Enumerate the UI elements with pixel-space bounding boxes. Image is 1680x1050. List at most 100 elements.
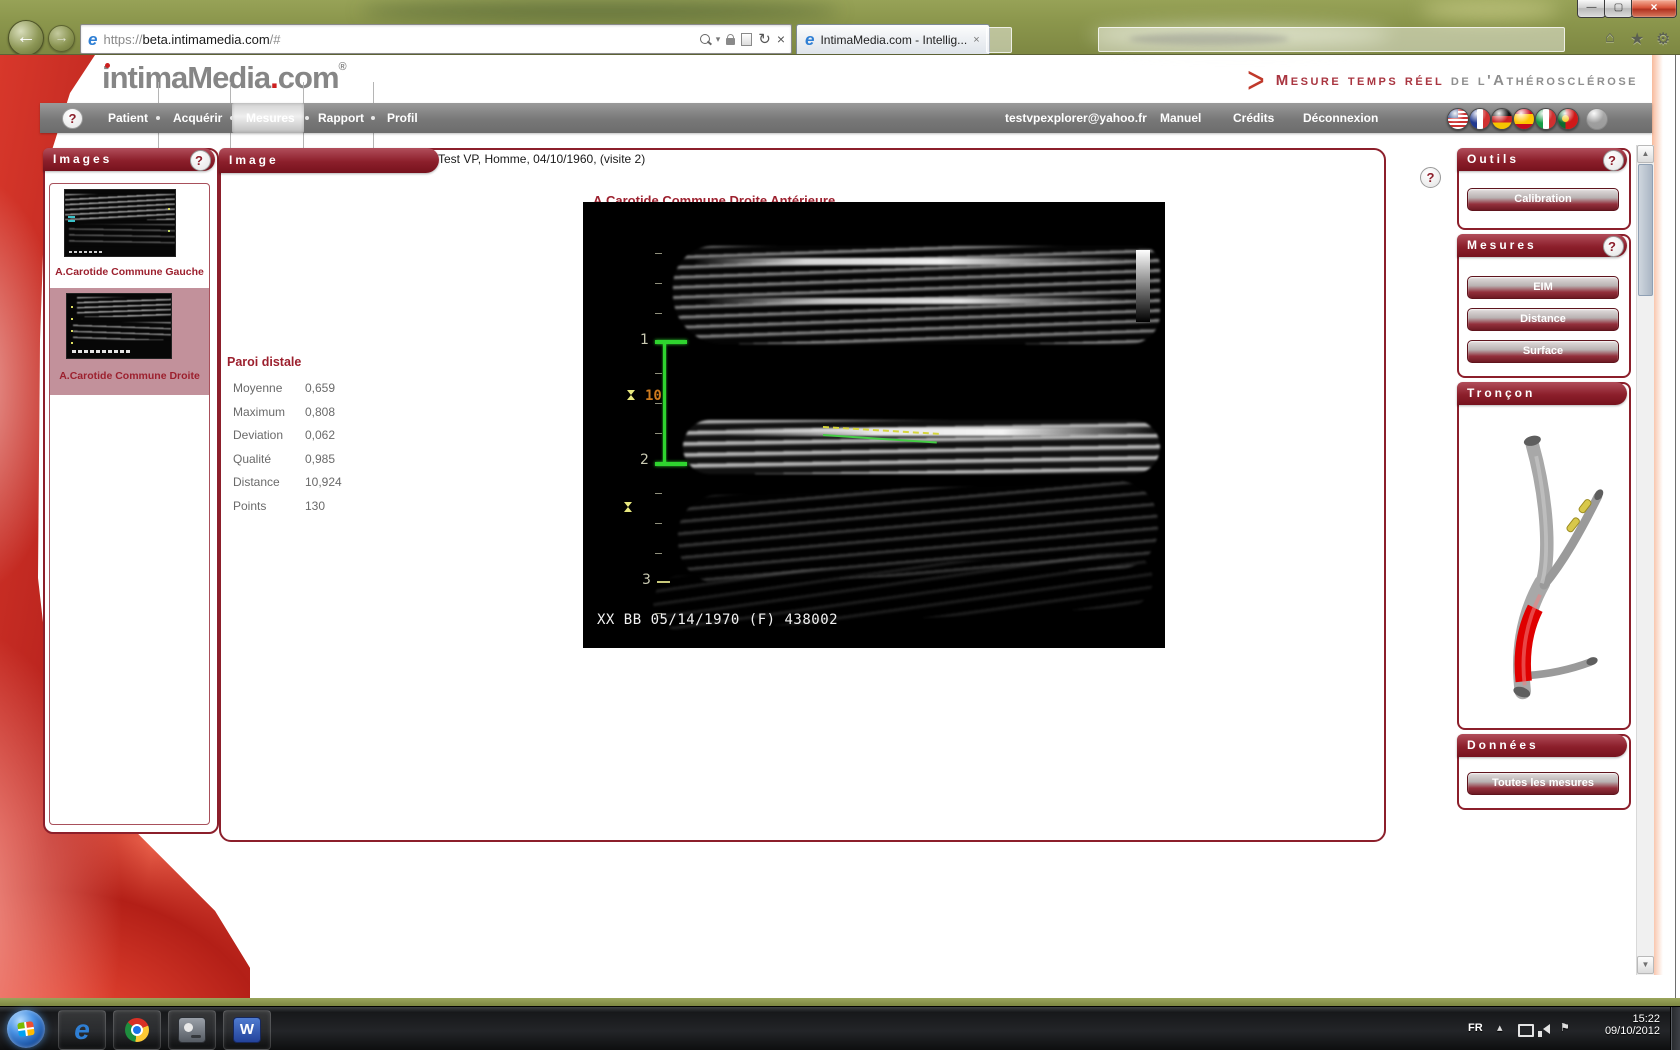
flag-pt-icon[interactable] [1557,108,1579,130]
surface-button[interactable]: Surface [1467,340,1619,363]
window-close-button[interactable]: × [1631,0,1677,18]
logo-part2: com [278,60,339,95]
site-logo[interactable]: intimaMedia.com® [102,60,347,96]
clock[interactable]: 15:22 09/10/2012 [1588,1013,1660,1037]
list-item-selected[interactable]: A.Carotide Commune Droite [50,288,209,395]
flag-es-icon[interactable] [1513,108,1535,130]
thumbnail-label[interactable]: A.Carotide Commune Gauche [50,266,209,278]
window-minimize-button[interactable]: — [1577,0,1606,18]
nav-link-credits[interactable]: Crédits [1233,103,1274,133]
ultrasound-thumbnail[interactable] [64,189,176,257]
nav-item-profil[interactable]: Profil [387,103,418,133]
stat-value: 130 [305,499,325,513]
nav-item-acquerir[interactable]: Acquérir [173,103,222,133]
thumbnail-marks [168,208,170,210]
scrollbar-thumb[interactable] [1638,164,1653,296]
refresh-icon[interactable]: ↻ [758,30,771,48]
address-bar[interactable]: e https://beta.intimamedia.com/# ▾ ↻ × [80,24,792,54]
window-restore-button[interactable]: ▢ [1604,0,1633,18]
browser-search-box[interactable] [1098,27,1565,52]
toutes-les-mesures-button[interactable]: Toutes les mesures [1467,772,1619,795]
flag-de-icon[interactable] [1491,108,1513,130]
stat-value: 10,924 [305,475,342,489]
image-panel-title: Image [229,153,279,167]
thumbnail-label[interactable]: A.Carotide Commune Droite [50,370,209,382]
bright-line [693,258,1143,265]
outils-help-icon[interactable]: ? [1603,150,1624,171]
url-host: beta.intimamedia.com [143,32,270,47]
logged-in-email: testvpexplorer@yahoo.fr [1005,103,1147,133]
hidden-icons-chevron[interactable]: ▴ [1497,1021,1503,1034]
nav-link-deconnexion[interactable]: Déconnexion [1303,103,1378,133]
image-editor-logo-icon [178,1017,206,1043]
network-tray-icon[interactable]: ⚑ [1560,1021,1570,1034]
tagline-red-text: Mesure temps réel [1276,72,1444,89]
scroll-up-button[interactable]: ▲ [1637,145,1654,163]
browser-forward-button[interactable]: → [48,25,75,52]
main-navbar: ? Patient Acquérir Mesures Rapport Profi… [40,103,1652,133]
volume-tray-icon[interactable] [1543,1024,1550,1034]
stat-value: 0,062 [305,428,335,442]
nav-item-mesures[interactable]: Mesures [246,103,295,133]
browser-back-button[interactable]: ← [8,20,44,56]
start-button[interactable] [7,1010,45,1048]
favorites-star-icon[interactable]: ★ [1630,29,1644,49]
home-icon[interactable]: ⌂ [1605,29,1615,47]
nav-link-manuel[interactable]: Manuel [1160,103,1201,133]
search-icon[interactable] [700,34,710,44]
nav-item-patient[interactable]: Patient [108,103,148,133]
new-tab-button[interactable] [986,27,1012,53]
mesures-help-icon[interactable]: ? [1603,236,1624,257]
taskbar-word-icon[interactable]: W [223,1010,271,1050]
tab-close-icon[interactable]: × [973,34,979,46]
browser-tab[interactable]: e IntimaMedia.com - Intellig... × [796,24,990,54]
stop-icon[interactable]: × [777,31,785,47]
search-caret-icon[interactable]: ▾ [716,34,721,45]
stats-row: Points130 [233,495,403,519]
bowtie-marker-icon[interactable] [627,390,635,400]
flag-fr-icon[interactable] [1469,108,1491,130]
ultrasound-image[interactable]: 1 2 3 10 XX BB 05/14/1970 (F) 438002 [583,202,1165,648]
divider [230,82,231,103]
tab-title: IntimaMedia.com - Intellig... [820,33,967,47]
window-right-border [1675,55,1676,1006]
nav-help-icon[interactable]: ? [62,108,83,129]
language-indicator[interactable]: FR [1468,1022,1483,1034]
taskbar-image-editor-icon[interactable] [168,1010,216,1050]
ruler-label-3: 3 [642,572,651,588]
page-scrollbar[interactable]: ▲ ▼ [1636,145,1654,975]
stats-row: Maximum0,808 [233,401,403,425]
settings-gear-icon[interactable]: ⚙ [1656,29,1670,49]
scroll-down-button[interactable]: ▼ [1637,956,1654,974]
caliper-bottom-cap[interactable] [655,462,687,466]
image-help-icon[interactable]: ? [1420,167,1441,188]
ultrasound-thumbnail[interactable] [66,293,172,359]
calibration-button[interactable]: Calibration [1467,188,1619,211]
images-help-icon[interactable]: ? [190,150,211,171]
show-desktop-button[interactable] [1670,1007,1680,1050]
thumbnail-marks [71,306,73,308]
flag-us-icon[interactable] [1447,108,1469,130]
stat-value: 0,985 [305,452,335,466]
nav-item-rapport[interactable]: Rapport [318,103,364,133]
stats-row: Deviation0,062 [233,424,403,448]
url-text[interactable]: https://beta.intimamedia.com/# [103,32,280,47]
flag-it-icon[interactable] [1535,108,1557,130]
list-item[interactable]: A.Carotide Commune Gauche [50,184,209,288]
divider [303,82,304,103]
bowtie-marker-icon[interactable] [624,502,632,512]
images-panel-header: Images ? [43,148,215,171]
compatibility-view-icon[interactable] [741,33,752,46]
caliper-line[interactable] [663,342,666,464]
display-tray-icon[interactable] [1518,1024,1534,1037]
taskbar-chrome-icon[interactable] [113,1010,161,1050]
eim-button[interactable]: EIM [1467,276,1619,299]
stats-title: Paroi distale [227,355,301,369]
artery-diagram[interactable] [1465,410,1619,718]
distance-button[interactable]: Distance [1467,308,1619,331]
caliper-top-cap[interactable] [655,340,687,344]
nav-bullet-icon [371,116,375,120]
taskbar-ie-icon[interactable]: e [58,1010,106,1050]
stat-value: 0,808 [305,405,335,419]
logo-part1: intimaMedia [102,60,270,95]
